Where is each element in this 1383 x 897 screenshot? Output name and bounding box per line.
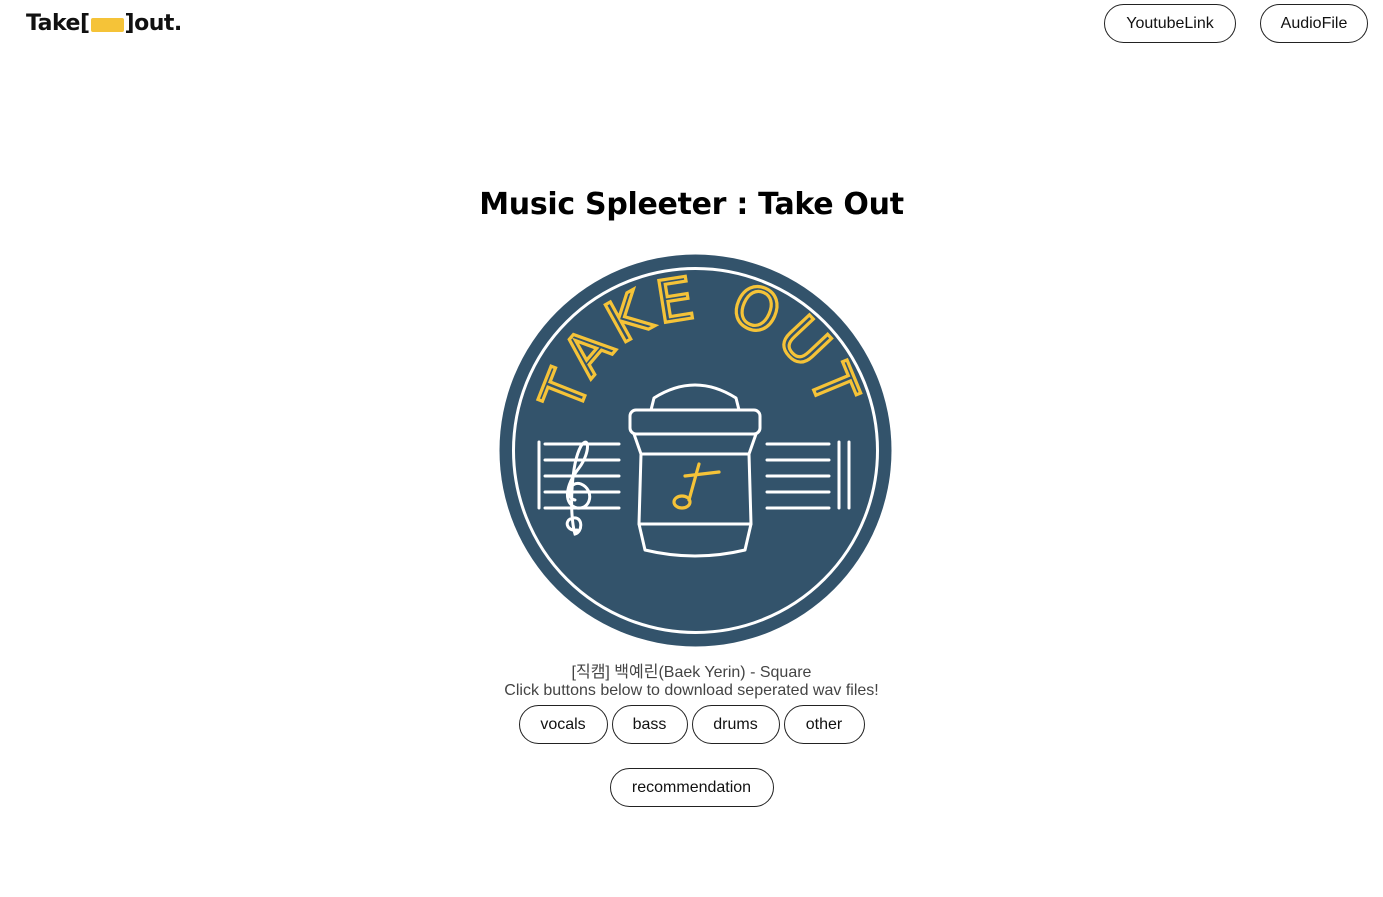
take-out-logo-badge: TAKE OUT	[499, 254, 892, 647]
logo-accent-bar	[90, 18, 124, 32]
logo-text-right: ]out.	[124, 10, 183, 36]
top-nav: YoutubeLink AudioFile	[1104, 4, 1368, 43]
logo-text-left: Take[	[26, 10, 90, 36]
download-hint: Click buttons below to download seperate…	[504, 682, 879, 699]
other-download-button[interactable]: other	[783, 705, 865, 744]
site-logo[interactable]: Take[ ]out.	[26, 9, 182, 37]
recommendation-button[interactable]: recommendation	[609, 768, 774, 807]
vocals-download-button[interactable]: vocals	[518, 705, 608, 744]
youtube-link-button[interactable]: YoutubeLink	[1104, 4, 1236, 43]
coffee-cup-music-icon: TAKE OUT	[499, 254, 892, 647]
page-title: Music Spleeter : Take Out	[479, 187, 904, 222]
recommendation-row: recommendation	[0, 768, 1383, 807]
song-title: [직캠] 백예린(Baek Yerin) - Square	[571, 664, 812, 681]
audio-file-button[interactable]: AudioFile	[1260, 4, 1368, 43]
bass-download-button[interactable]: bass	[611, 705, 688, 744]
stem-download-buttons: vocals bass drums other	[0, 705, 1383, 744]
drums-download-button[interactable]: drums	[691, 705, 780, 744]
